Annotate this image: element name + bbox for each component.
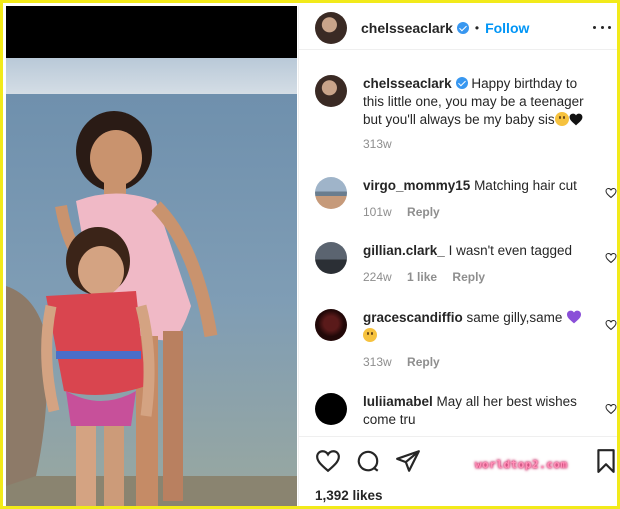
author-username[interactable]: chelsseaclark (361, 20, 469, 36)
comment-body: chelsseaclark Happy birthday to this lit… (363, 75, 595, 129)
verified-badge-icon (455, 77, 468, 89)
author-username-text[interactable]: chelsseaclark (361, 20, 453, 36)
comment-text: I wasn't even tagged (448, 243, 572, 258)
comment-body: gillian.clark_ I wasn't even tagged (363, 242, 595, 260)
watermark: worldtop2.com (475, 458, 568, 471)
separator-dot: • (474, 20, 480, 35)
screenshot-frame: chelsseaclark • Follow chelsseaclark Hap… (0, 0, 620, 509)
author-avatar[interactable] (315, 11, 347, 44)
paper-plane-icon[interactable] (395, 448, 421, 474)
reply-button[interactable]: Reply (452, 270, 485, 284)
smiling-face-emoji-icon (363, 328, 377, 342)
photo-illustration (6, 6, 297, 506)
comment-meta: 101w Reply (363, 205, 452, 219)
comment-icon[interactable] (355, 448, 381, 474)
post-photo[interactable] (6, 6, 297, 506)
comment-time[interactable]: 224w (363, 270, 392, 284)
comment-username[interactable]: gillian.clark_ (363, 243, 445, 258)
post-actions-bar: 1,392 likes (299, 436, 619, 506)
reply-button[interactable]: Reply (407, 205, 440, 219)
verified-badge-icon (456, 21, 469, 34)
comment-username[interactable]: virgo_mommy15 (363, 178, 470, 193)
comment-time[interactable]: 101w (363, 205, 392, 219)
reply-button[interactable]: Reply (407, 355, 440, 369)
like-comment-heart-icon[interactable] (605, 187, 617, 199)
likes-count-link[interactable]: 1 like (407, 270, 437, 284)
comment-text: same gilly,same (466, 310, 563, 325)
comment-time[interactable]: 313w (363, 137, 392, 151)
comment-text: Matching hair cut (474, 178, 577, 193)
like-comment-heart-icon[interactable] (605, 252, 617, 264)
comment-meta: 313w (363, 137, 404, 151)
follow-button[interactable]: Follow (485, 20, 529, 36)
smiling-face-emoji-icon (554, 112, 569, 126)
comment-username[interactable]: chelsseaclark (363, 76, 452, 91)
comment-time[interactable]: 313w (363, 355, 392, 369)
comment-username[interactable]: gracescandiffio (363, 310, 463, 325)
comment-username[interactable]: luliiamabel (363, 394, 433, 409)
avatar[interactable] (315, 309, 347, 341)
avatar[interactable] (315, 177, 347, 209)
post-side-panel: chelsseaclark • Follow chelsseaclark Hap… (298, 6, 619, 506)
comment-meta: 224w 1 like Reply (363, 270, 497, 284)
more-options-icon[interactable] (593, 20, 611, 34)
heart-icon[interactable] (315, 448, 341, 474)
comments-list: chelsseaclark Happy birthday to this lit… (299, 59, 617, 439)
post-header: chelsseaclark • Follow (299, 6, 617, 50)
comment-body: luliiamabel May all her best wishes come… (363, 393, 595, 429)
comment-meta: 313w Reply (363, 355, 452, 369)
like-comment-heart-icon[interactable] (605, 403, 617, 415)
comment-body: virgo_mommy15 Matching hair cut (363, 177, 595, 195)
likes-count[interactable]: 1,392 likes (315, 488, 383, 503)
black-heart-emoji-icon (569, 113, 583, 126)
bookmark-icon[interactable] (593, 448, 619, 474)
avatar[interactable] (315, 75, 347, 107)
avatar[interactable] (315, 393, 347, 425)
comment-body: gracescandiffio same gilly,same (363, 309, 595, 345)
avatar[interactable] (315, 242, 347, 274)
like-comment-heart-icon[interactable] (605, 319, 617, 331)
purple-heart-emoji-icon (567, 310, 582, 324)
